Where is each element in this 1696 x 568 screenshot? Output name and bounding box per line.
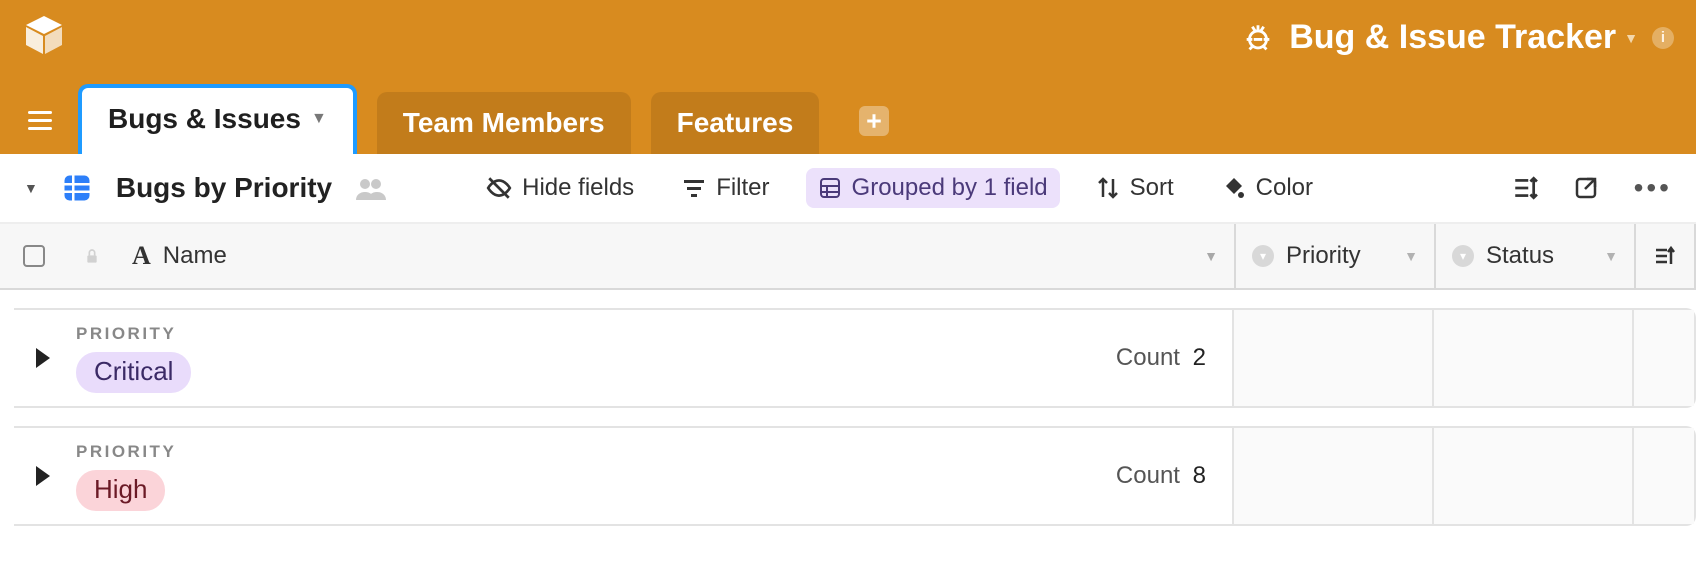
tab-label: Team Members [403,107,605,139]
lock-icon [68,224,116,288]
workspace-area: Bug & Issue Tracker ▼ i [1241,18,1674,57]
row-height-button[interactable] [1512,175,1538,201]
group-priority-cell [1234,310,1434,406]
app-logo[interactable] [20,10,68,58]
tab-label: Bugs & Issues [108,103,301,135]
paint-icon [1222,176,1246,200]
group-status-cell [1434,428,1634,524]
view-toolbar: ▼ Bugs by Priority Hide fields Filter Gr… [0,154,1696,224]
share-view-button[interactable] [1574,176,1598,200]
filter-label: Filter [716,174,769,202]
column-header-status[interactable]: ▾ Status ▼ [1436,224,1636,288]
sort-button[interactable]: Sort [1084,168,1186,208]
workspace-title[interactable]: Bug & Issue Tracker ▼ [1289,18,1638,57]
group-count-value: 2 [1193,344,1206,371]
collaborators-icon[interactable] [356,176,386,200]
hide-fields-button[interactable]: Hide fields [474,168,646,208]
group-header[interactable]: PRIORITY High Count 8 [14,428,1234,524]
chevron-down-icon[interactable]: ▼ [1204,248,1218,264]
column-header-name[interactable]: A Name ▼ [116,224,1236,288]
info-icon[interactable]: i [1652,27,1674,49]
group-header[interactable]: PRIORITY Critical Count 2 [14,310,1234,406]
table-tabs: Bugs & Issues ▼ Team Members Features [78,74,889,154]
group-label: Grouped by 1 field [852,174,1048,202]
expand-columns-button[interactable] [1636,224,1696,288]
color-label: Color [1256,174,1313,202]
expand-triangle-icon[interactable] [36,466,50,486]
more-button[interactable]: ••• [1634,172,1672,204]
column-header-name-label: Name [163,242,227,270]
box-icon [22,12,66,56]
group-count: Count 2 [1116,344,1206,372]
sort-icon [1096,176,1120,200]
tab-label: Features [677,107,794,139]
sort-label: Sort [1130,174,1174,202]
column-header-status-label: Status [1486,242,1554,270]
color-button[interactable]: Color [1210,168,1325,208]
group-row: PRIORITY Critical Count 2 [14,308,1696,408]
chevron-down-icon: ▼ [1624,30,1638,46]
hide-fields-label: Hide fields [522,174,634,202]
view-menu-chevron[interactable]: ▼ [24,180,38,196]
expand-triangle-icon[interactable] [36,348,50,368]
filter-button[interactable]: Filter [670,168,781,208]
group-count-value: 8 [1193,462,1206,489]
column-header-row: A Name ▼ ▾ Priority ▼ ▾ Status ▼ [0,224,1696,290]
view-name[interactable]: Bugs by Priority [116,172,332,204]
group-button[interactable]: Grouped by 1 field [806,168,1060,208]
expand-icon [1653,244,1677,268]
group-value-chip: High [76,470,165,511]
tab-team-members[interactable]: Team Members [377,92,631,154]
workspace-title-text: Bug & Issue Tracker [1289,18,1616,57]
group-icon [818,176,842,200]
top-bar: Bug & Issue Tracker ▼ i Bugs & Issues ▼ … [0,0,1696,154]
group-row: PRIORITY High Count 8 [14,426,1696,526]
group-count-label: Count [1116,462,1180,489]
select-all-checkbox[interactable] [0,224,68,288]
group-count: Count 8 [1116,462,1206,490]
chevron-down-icon: ▼ [311,110,327,128]
group-field-label: PRIORITY [76,324,191,344]
eye-off-icon [486,175,512,201]
chevron-down-icon[interactable]: ▼ [1604,248,1618,264]
column-header-priority-label: Priority [1286,242,1361,270]
tab-bugs-issues[interactable]: Bugs & Issues ▼ [78,84,357,154]
group-count-label: Count [1116,344,1180,371]
checkbox[interactable] [23,245,45,267]
add-table-button[interactable] [859,106,889,136]
group-container: PRIORITY Critical Count 2 PRIORITY High … [0,308,1696,526]
text-field-icon: A [132,241,151,271]
single-select-icon: ▾ [1252,245,1274,267]
column-header-priority[interactable]: ▾ Priority ▼ [1236,224,1436,288]
group-value-chip: Critical [76,352,191,393]
filter-icon [682,176,706,200]
group-status-cell [1434,310,1634,406]
row-height-icon [1512,175,1538,201]
group-tail-cell [1634,310,1694,406]
single-select-icon: ▾ [1452,245,1474,267]
tab-features[interactable]: Features [651,92,820,154]
plus-icon [865,112,883,130]
grid-view-icon[interactable] [62,173,92,203]
chevron-down-icon[interactable]: ▼ [1404,248,1418,264]
bug-icon [1241,21,1275,55]
group-priority-cell [1234,428,1434,524]
share-icon [1574,176,1598,200]
group-field-label: PRIORITY [76,442,176,462]
group-tail-cell [1634,428,1694,524]
menu-button[interactable] [28,111,52,130]
